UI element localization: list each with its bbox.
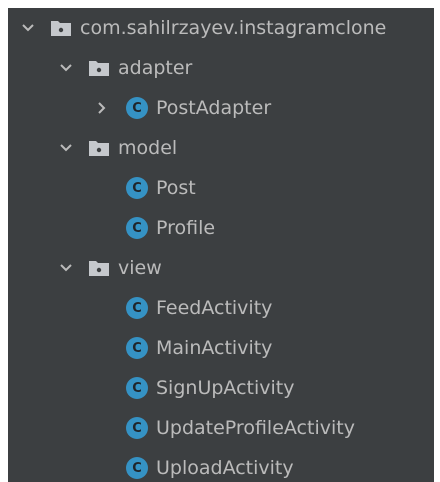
class-icon: C <box>126 337 148 359</box>
package-folder-icon <box>88 139 110 157</box>
package-folder-icon <box>50 19 72 37</box>
project-tree-panel: com.sahilrzayev.instagramclone adapter C… <box>8 8 434 482</box>
chevron-down-icon[interactable] <box>58 260 74 276</box>
tree-node-main-activity[interactable]: C MainActivity <box>8 328 434 368</box>
tree-node-label: FeedActivity <box>156 297 273 319</box>
package-folder-icon <box>88 59 110 77</box>
tree-node-label: view <box>118 257 162 279</box>
tree-node-label: UploadActivity <box>156 457 294 479</box>
tree-node-label: Post <box>156 177 196 199</box>
package-folder-icon <box>88 259 110 277</box>
tree-node-view[interactable]: view <box>8 248 434 288</box>
tree-node-post-adapter[interactable]: C PostAdapter <box>8 88 434 128</box>
tree-node-label: model <box>118 137 178 159</box>
chevron-down-icon[interactable] <box>20 20 36 36</box>
tree-node-package[interactable]: com.sahilrzayev.instagramclone <box>8 8 434 48</box>
tree-node-profile[interactable]: C Profile <box>8 208 434 248</box>
tree-node-signup-activity[interactable]: C SignUpActivity <box>8 368 434 408</box>
chevron-down-icon[interactable] <box>58 60 74 76</box>
chevron-down-icon[interactable] <box>58 140 74 156</box>
tree-node-label: Profile <box>156 217 216 239</box>
class-icon: C <box>126 217 148 239</box>
tree-node-label: adapter <box>118 57 193 79</box>
tree-node-post[interactable]: C Post <box>8 168 434 208</box>
class-icon: C <box>126 457 148 479</box>
tree-node-adapter[interactable]: adapter <box>8 48 434 88</box>
chevron-right-icon[interactable] <box>94 100 110 116</box>
tree-node-label: PostAdapter <box>156 97 272 119</box>
tree-node-label: SignUpActivity <box>156 377 295 399</box>
class-icon: C <box>126 177 148 199</box>
tree-node-upload-activity[interactable]: C UploadActivity <box>8 448 434 482</box>
class-icon: C <box>126 97 148 119</box>
tree-node-model[interactable]: model <box>8 128 434 168</box>
class-icon: C <box>126 297 148 319</box>
tree-node-update-profile-activity[interactable]: C UpdateProfileActivity <box>8 408 434 448</box>
tree-node-label: com.sahilrzayev.instagramclone <box>80 17 387 39</box>
class-icon: C <box>126 377 148 399</box>
tree-node-label: UpdateProfileActivity <box>156 417 355 439</box>
class-icon: C <box>126 417 148 439</box>
tree-node-label: MainActivity <box>156 337 273 359</box>
tree-node-feed-activity[interactable]: C FeedActivity <box>8 288 434 328</box>
